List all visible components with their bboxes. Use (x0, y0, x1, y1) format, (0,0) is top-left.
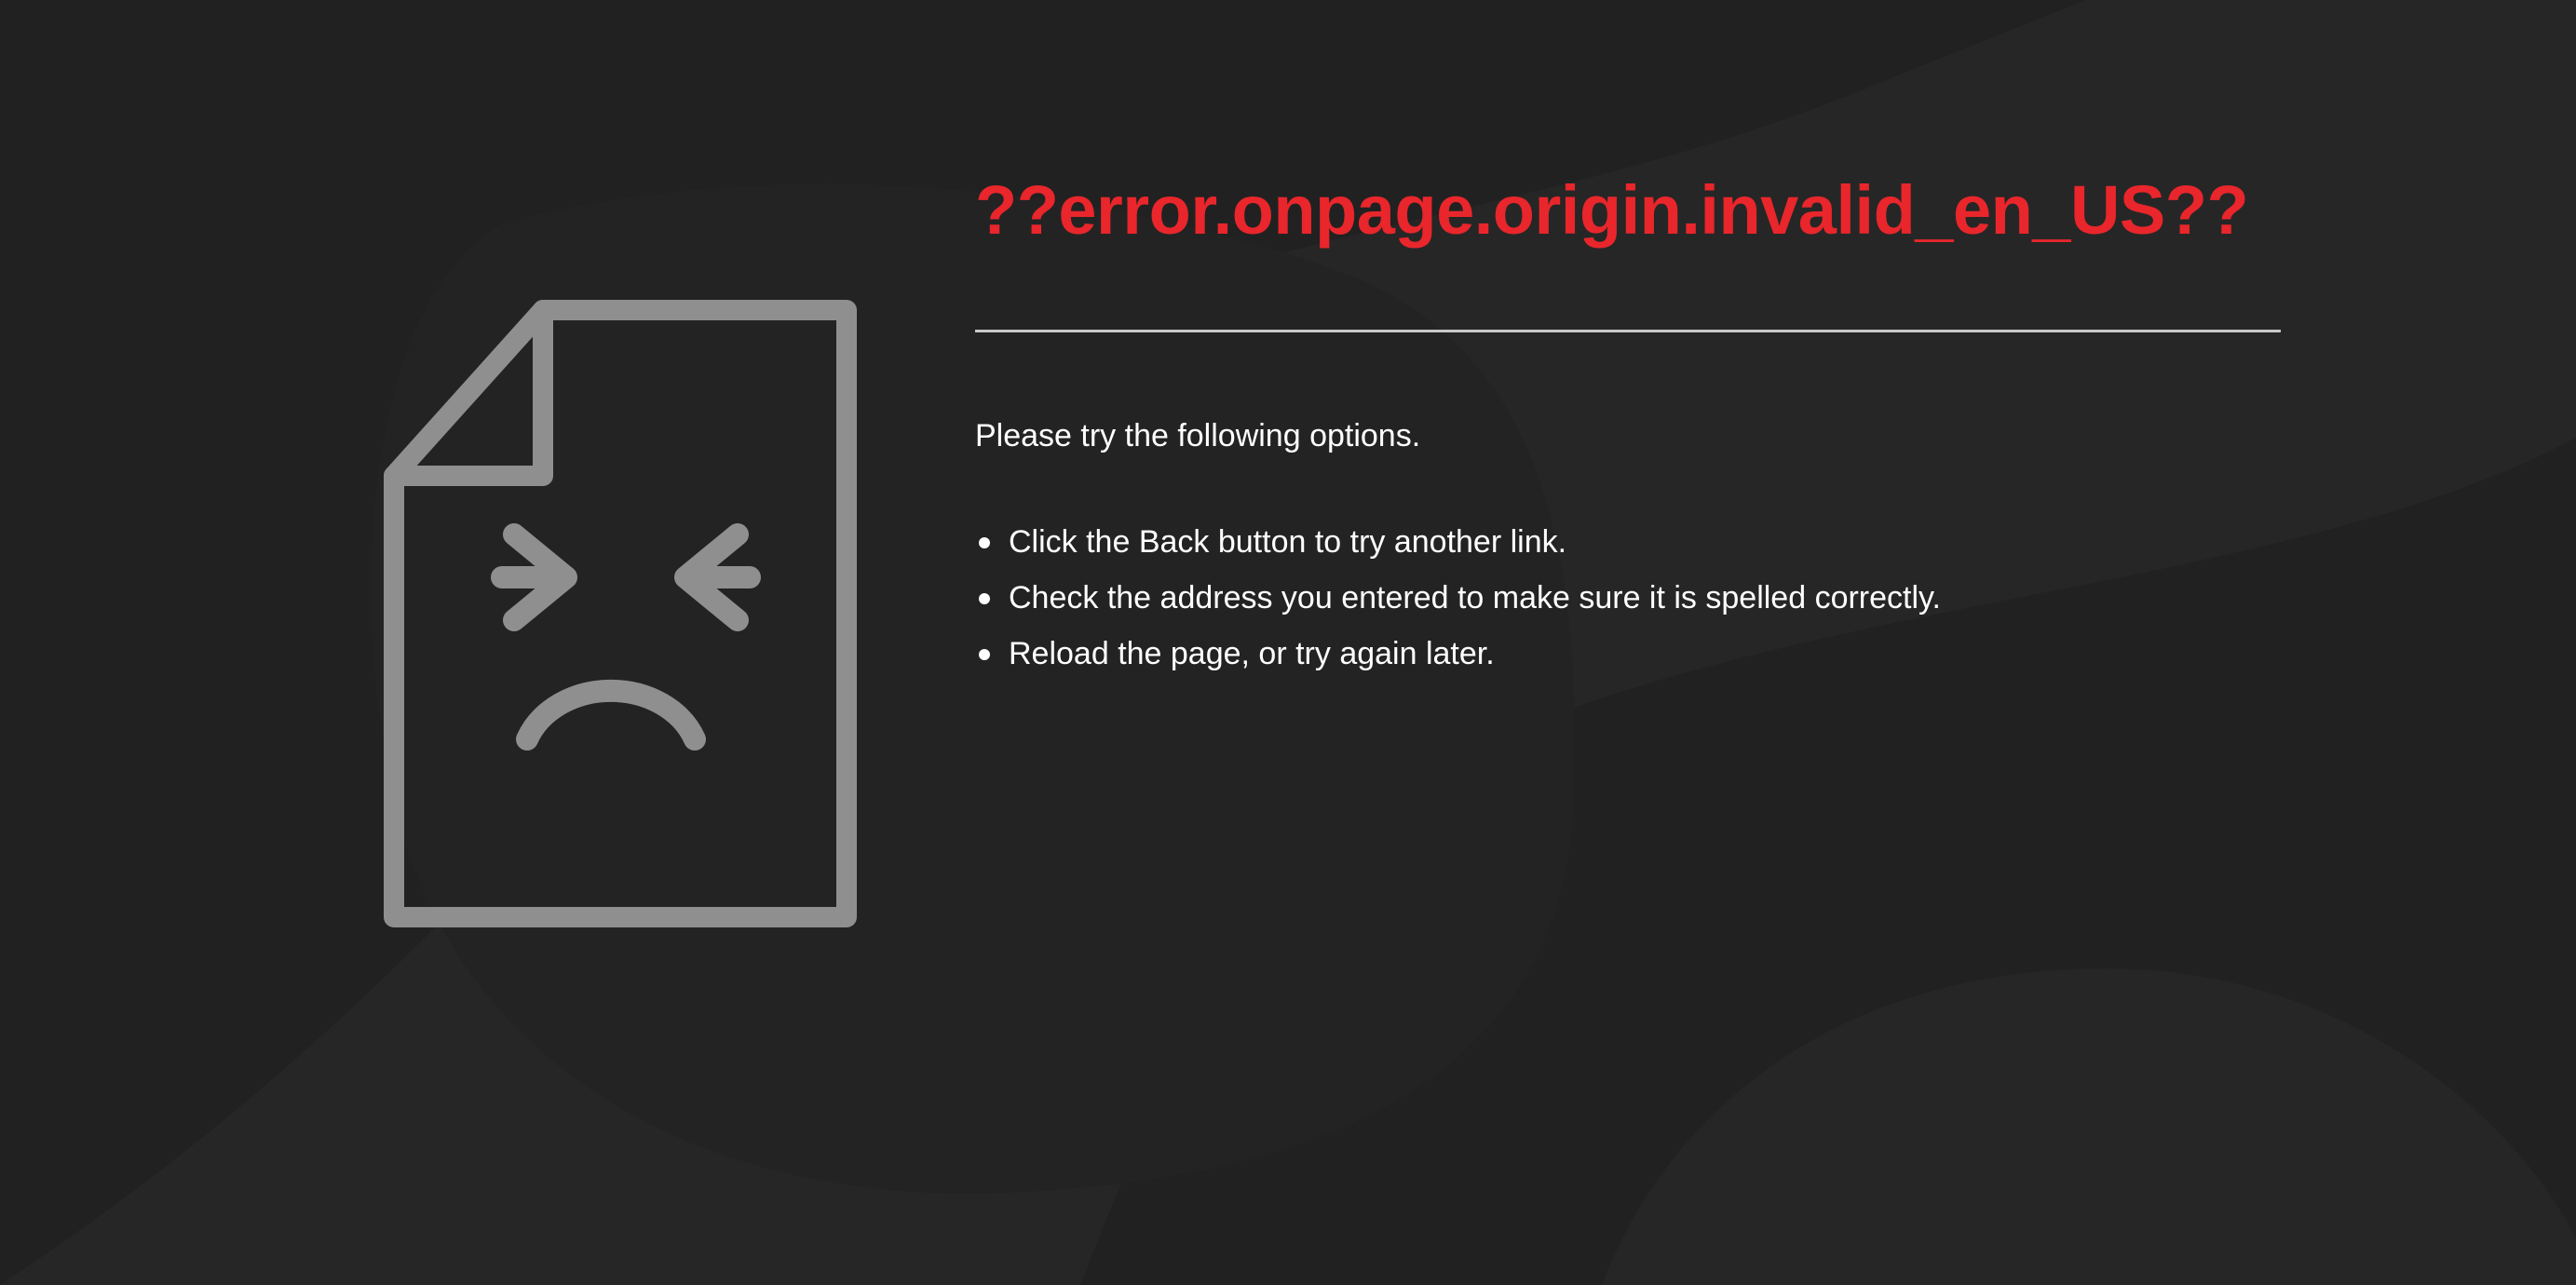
option-text: Click the Back button to try another lin… (1009, 524, 1567, 560)
option-text: Reload the page, or try again later. (1009, 636, 1495, 671)
error-title: ??error.onpage.origin.invalid_en_US?? (975, 171, 2249, 249)
bullet-icon (979, 649, 990, 660)
intro-text: Please try the following options. (975, 418, 1421, 453)
divider (975, 330, 2281, 332)
options-list: Click the Back button to try another lin… (975, 521, 2281, 675)
error-page: ??error.onpage.origin.invalid_en_US?? Pl… (0, 0, 2576, 1285)
list-item: Check the address you entered to make su… (975, 576, 2281, 619)
error-content: ??error.onpage.origin.invalid_en_US?? Pl… (975, 168, 2281, 688)
list-item: Click the Back button to try another lin… (975, 521, 2281, 563)
bullet-icon (979, 593, 990, 604)
bullet-icon (979, 537, 990, 548)
list-item: Reload the page, or try again later. (975, 632, 2281, 675)
sad-document-icon (384, 300, 857, 927)
option-text: Check the address you entered to make su… (1009, 580, 1941, 615)
